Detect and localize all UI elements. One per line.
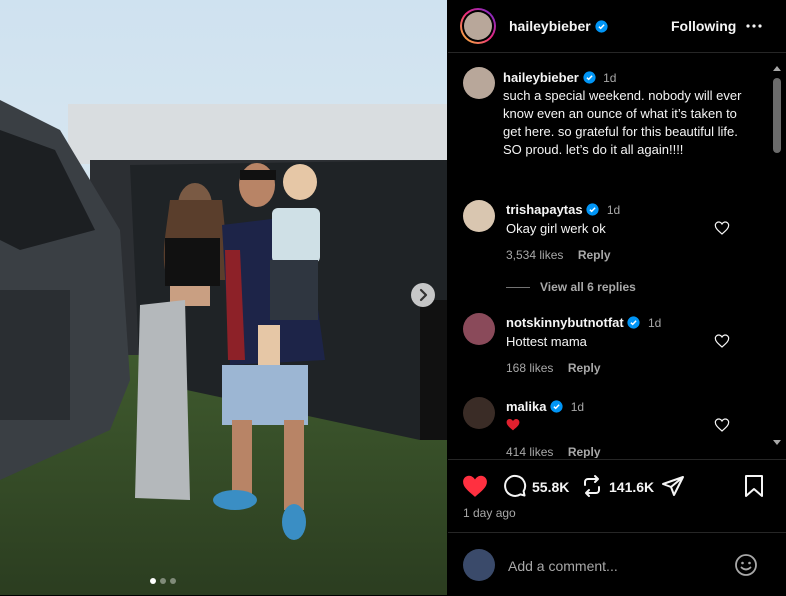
comment-text: Hottest mama [506, 334, 587, 349]
comment-time: 1d [570, 400, 585, 414]
verified-badge-icon [582, 71, 596, 84]
header-avatar[interactable] [460, 8, 496, 44]
carousel-dot [170, 578, 176, 584]
comment-avatar[interactable] [463, 200, 495, 232]
comment-avatar[interactable] [463, 397, 495, 429]
comment-avatar[interactable] [463, 313, 495, 345]
comment-item: notskinnybutnotfat 1d Hottest mama 168 l… [448, 311, 768, 381]
scrollbar-thumb [773, 78, 781, 153]
share-icon[interactable] [661, 474, 685, 498]
comment-item: trishapaytas 1d Okay girl werk ok 3,534 … [448, 198, 768, 316]
scroll-up-icon [773, 66, 781, 71]
caption-time: 1d [603, 71, 617, 85]
comments-scrollbar[interactable] [768, 53, 786, 458]
comment-likes[interactable]: 414 likes [506, 445, 553, 458]
comment-likes[interactable]: 3,534 likes [506, 248, 563, 262]
comments-section[interactable]: haileybieber 1d such a special weekend. … [448, 53, 786, 458]
post-photo[interactable] [0, 0, 447, 595]
caption: haileybieber 1d such a special weekend. … [448, 53, 768, 183]
comment-username[interactable]: malika [506, 399, 546, 414]
comment-text [506, 418, 584, 436]
comment-username[interactable]: trishapaytas [506, 202, 583, 217]
comment-likes[interactable]: 168 likes [506, 361, 553, 375]
current-user-avatar [463, 549, 495, 581]
comment-like-icon[interactable] [714, 417, 730, 433]
comment-item: malika 1d 414 likes Reply [448, 395, 768, 458]
emoji-icon[interactable] [734, 553, 758, 577]
caption-username[interactable]: haileybieber [503, 70, 579, 85]
carousel-dot [160, 578, 166, 584]
verified-badge-icon [586, 203, 599, 216]
more-horizontal-icon[interactable] [745, 23, 763, 29]
comment-input[interactable] [506, 553, 720, 579]
comments-count[interactable]: 55.8K [532, 479, 569, 495]
comment-text: Okay girl werk ok [506, 221, 606, 236]
chevron-right-icon [419, 288, 428, 302]
post-header: haileybieber Following [448, 0, 786, 53]
comment-username[interactable]: notskinnybutnotfat [506, 315, 624, 330]
reply-button[interactable]: Reply [568, 445, 601, 458]
like-icon[interactable] [462, 474, 488, 498]
add-comment-bar [448, 532, 786, 596]
verified-badge-icon [550, 400, 563, 413]
posted-time: 1 day ago [463, 506, 516, 520]
comment-time: 1d [606, 203, 621, 217]
comment-like-icon[interactable] [714, 333, 730, 349]
comment-time: 1d [647, 316, 662, 330]
reply-button[interactable]: Reply [568, 361, 601, 375]
verified-badge-icon [627, 316, 640, 329]
comment-icon[interactable] [503, 474, 527, 498]
red-heart-emoji-icon [506, 418, 520, 431]
caption-avatar[interactable] [463, 67, 495, 99]
post-panel: haileybieber Following haileybieber 1d s… [448, 0, 786, 595]
header-username[interactable]: haileybieber [509, 18, 591, 34]
following-button[interactable]: Following [671, 18, 736, 34]
scrollbar-track [773, 66, 781, 445]
repost-icon[interactable] [580, 474, 604, 498]
carousel-dots [150, 578, 176, 584]
comment-like-icon[interactable] [714, 220, 730, 236]
replies-divider [506, 286, 530, 288]
reply-button[interactable]: Reply [578, 248, 611, 262]
scroll-down-icon [773, 440, 781, 445]
photo-image [0, 0, 447, 595]
view-replies-button[interactable]: View all 6 replies [540, 280, 636, 294]
caption-text: such a special weekend. nobody will ever… [503, 88, 742, 157]
next-photo-button[interactable] [411, 283, 435, 307]
reposts-count[interactable]: 141.6K [609, 479, 654, 495]
save-icon[interactable] [743, 474, 765, 498]
carousel-dot-active [150, 578, 156, 584]
verified-badge-icon [595, 20, 608, 33]
